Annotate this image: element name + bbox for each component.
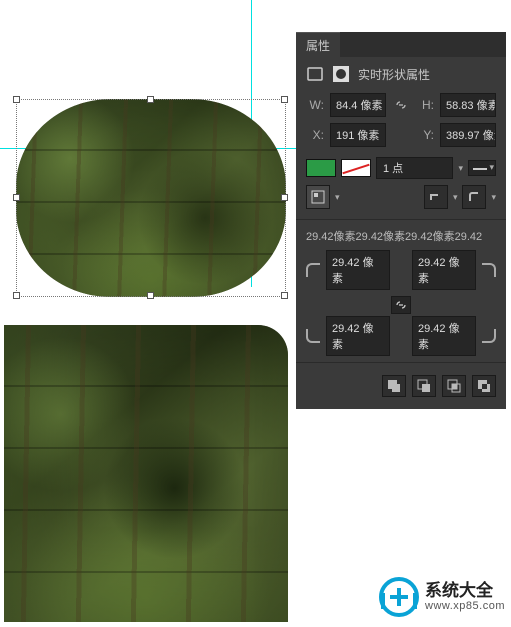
pathop-exclude-button[interactable]	[472, 375, 496, 397]
align-inside-button[interactable]	[306, 185, 330, 209]
stroke-dropdown-icon[interactable]: ▾	[458, 163, 463, 174]
watermark-title: 系统大全	[425, 582, 505, 601]
join-button[interactable]	[462, 185, 486, 209]
stroke-width-field[interactable]: 1 点	[376, 157, 453, 179]
corner-tl-icon	[306, 263, 320, 277]
shape-type-label: 实时形状属性	[358, 66, 430, 83]
radius-summary: 29.42像素29.42像素29.42像素29.42	[306, 228, 496, 244]
mask-icon	[332, 65, 350, 83]
x-field[interactable]: 191 像素	[330, 123, 386, 147]
properties-panel: 属性 实时形状属性 W: 84.4 像素 H: 58.83 像素 X: 191 …	[296, 32, 506, 409]
corner-br-icon	[482, 329, 496, 343]
watermark-logo-icon	[379, 577, 419, 617]
watermark: 系统大全 www.xp85.com	[379, 577, 505, 617]
radius-tr-field[interactable]: 29.42 像素	[412, 250, 476, 290]
divider	[296, 219, 506, 220]
align-dropdown-icon[interactable]: ▾	[335, 192, 340, 203]
radius-tl-field[interactable]: 29.42 像素	[326, 250, 390, 290]
link-radii-button[interactable]	[391, 296, 411, 314]
y-label: Y:	[416, 128, 434, 142]
stroke-swatch[interactable]	[341, 159, 371, 177]
x-label: X:	[306, 128, 324, 142]
pathop-subtract-button[interactable]	[412, 375, 436, 397]
stroke-dash-select[interactable]	[468, 160, 496, 176]
h-label: H:	[416, 98, 434, 112]
canvas-shape-image[interactable]	[4, 325, 288, 622]
pathop-unite-button[interactable]	[382, 375, 406, 397]
pathop-intersect-button[interactable]	[442, 375, 466, 397]
shape-rect-icon	[306, 65, 324, 83]
w-label: W:	[306, 98, 324, 112]
divider	[296, 362, 506, 363]
fill-swatch[interactable]	[306, 159, 336, 177]
canvas-shape-rounded-rect[interactable]	[16, 99, 286, 297]
corner-tr-icon	[482, 263, 496, 277]
cap-dropdown-icon[interactable]: ▾	[453, 192, 458, 203]
panel-tab-properties[interactable]: 属性	[296, 32, 340, 57]
w-field[interactable]: 84.4 像素	[330, 93, 386, 117]
link-wh-icon[interactable]	[392, 96, 410, 114]
h-field[interactable]: 58.83 像素	[440, 93, 496, 117]
join-dropdown-icon[interactable]: ▾	[491, 192, 496, 203]
radius-bl-field[interactable]: 29.42 像素	[326, 316, 390, 356]
watermark-url: www.xp85.com	[425, 600, 505, 612]
radius-br-field[interactable]: 29.42 像素	[412, 316, 476, 356]
spacer	[392, 126, 410, 144]
y-field[interactable]: 389.97 像素	[440, 123, 496, 147]
corner-bl-icon	[306, 329, 320, 343]
cap-button[interactable]	[424, 185, 448, 209]
